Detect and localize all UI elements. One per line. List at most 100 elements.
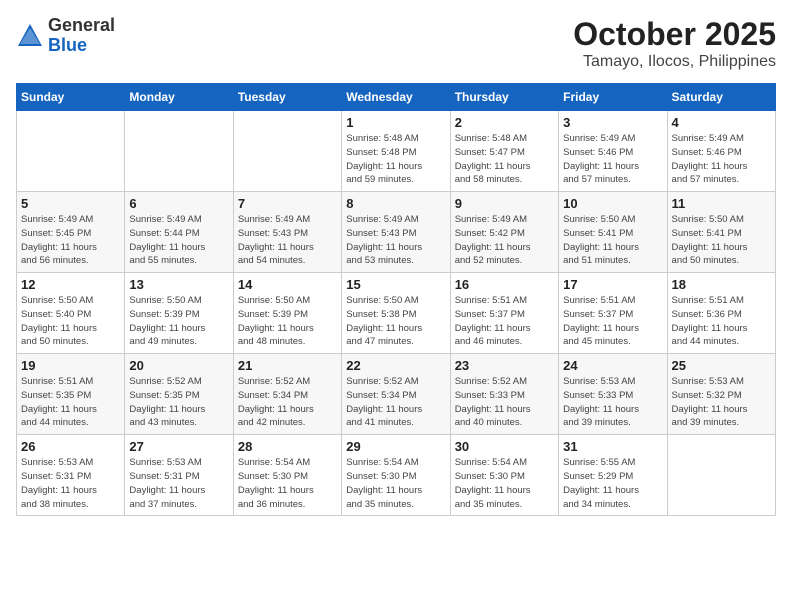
calendar-cell: 28 Sunrise: 5:54 AMSunset: 5:30 PMDayligh… xyxy=(233,435,341,516)
day-info: Sunrise: 5:52 AMSunset: 5:35 PMDaylight:… xyxy=(129,375,228,430)
month-title: October 2025 xyxy=(573,16,776,53)
calendar-cell: 14 Sunrise: 5:50 AMSunset: 5:39 PMDayligh… xyxy=(233,273,341,354)
day-info: Sunrise: 5:50 AMSunset: 5:38 PMDaylight:… xyxy=(346,294,445,349)
calendar-cell: 29Sunrise: 5:54 AMSunset: 5:30 PMDayligh… xyxy=(342,435,450,516)
title-block: October 2025 Tamayo, Ilocos, Philippines xyxy=(573,16,776,71)
page-header: General Blue October 2025 Tamayo, Ilocos… xyxy=(16,16,776,71)
day-number: 21 xyxy=(238,358,337,373)
day-number: 27 xyxy=(129,439,228,454)
header-row: Sunday Monday Tuesday Wednesday Thursday… xyxy=(17,84,776,111)
day-info: Sunrise: 5:51 AMSunset: 5:36 PMDaylight:… xyxy=(672,294,771,349)
logo: General Blue xyxy=(16,16,115,56)
calendar-week-1: 1 Sunrise: 5:48 AMSunset: 5:48 PMDaylight… xyxy=(17,111,776,192)
day-info: Sunrise: 5:49 AMSunset: 5:43 PMDaylight:… xyxy=(238,213,337,268)
calendar-cell: 1 Sunrise: 5:48 AMSunset: 5:48 PMDaylight… xyxy=(342,111,450,192)
calendar-header: Sunday Monday Tuesday Wednesday Thursday… xyxy=(17,84,776,111)
calendar-cell: 18Sunrise: 5:51 AMSunset: 5:36 PMDayligh… xyxy=(667,273,775,354)
day-number: 20 xyxy=(129,358,228,373)
day-number: 31 xyxy=(563,439,662,454)
calendar-cell: 16Sunrise: 5:51 AMSunset: 5:37 PMDayligh… xyxy=(450,273,558,354)
calendar-cell xyxy=(125,111,233,192)
calendar-week-2: 5Sunrise: 5:49 AMSunset: 5:45 PMDaylight… xyxy=(17,192,776,273)
calendar-cell: 5Sunrise: 5:49 AMSunset: 5:45 PMDaylight… xyxy=(17,192,125,273)
day-number: 7 xyxy=(238,196,337,211)
day-number: 5 xyxy=(21,196,120,211)
day-number: 23 xyxy=(455,358,554,373)
day-number: 25 xyxy=(672,358,771,373)
calendar-cell: 17Sunrise: 5:51 AMSunset: 5:37 PMDayligh… xyxy=(559,273,667,354)
calendar-cell: 4 Sunrise: 5:49 AMSunset: 5:46 PMDaylight… xyxy=(667,111,775,192)
calendar-cell xyxy=(233,111,341,192)
day-info: Sunrise: 5:51 AMSunset: 5:37 PMDaylight:… xyxy=(563,294,662,349)
day-info: Sunrise: 5:49 AMSunset: 5:44 PMDaylight:… xyxy=(129,213,228,268)
day-info: Sunrise: 5:52 AMSunset: 5:33 PMDaylight:… xyxy=(455,375,554,430)
calendar-cell: 30 Sunrise: 5:54 AMSunset: 5:30 PMDayligh… xyxy=(450,435,558,516)
col-saturday: Saturday xyxy=(667,84,775,111)
day-info: Sunrise: 5:54 AMSunset: 5:30 PMDaylight:… xyxy=(238,456,337,511)
logo-blue-text: Blue xyxy=(48,36,115,56)
day-info: Sunrise: 5:53 AMSunset: 5:31 PMDaylight:… xyxy=(129,456,228,511)
calendar-cell: 22Sunrise: 5:52 AMSunset: 5:34 PMDayligh… xyxy=(342,354,450,435)
day-number: 30 xyxy=(455,439,554,454)
calendar-week-5: 26 Sunrise: 5:53 AMSunset: 5:31 PMDayligh… xyxy=(17,435,776,516)
calendar-cell: 3Sunrise: 5:49 AMSunset: 5:46 PMDaylight… xyxy=(559,111,667,192)
day-info: Sunrise: 5:51 AMSunset: 5:35 PMDaylight:… xyxy=(21,375,120,430)
calendar-cell: 10Sunrise: 5:50 AMSunset: 5:41 PMDayligh… xyxy=(559,192,667,273)
day-info: Sunrise: 5:48 AMSunset: 5:48 PMDaylight:… xyxy=(346,132,445,187)
day-number: 15 xyxy=(346,277,445,292)
day-info: Sunrise: 5:55 AMSunset: 5:29 PMDaylight:… xyxy=(563,456,662,511)
day-info: Sunrise: 5:51 AMSunset: 5:37 PMDaylight:… xyxy=(455,294,554,349)
calendar-cell: 6Sunrise: 5:49 AMSunset: 5:44 PMDaylight… xyxy=(125,192,233,273)
day-number: 8 xyxy=(346,196,445,211)
col-tuesday: Tuesday xyxy=(233,84,341,111)
calendar-cell: 25 Sunrise: 5:53 AMSunset: 5:32 PMDayligh… xyxy=(667,354,775,435)
day-number: 2 xyxy=(455,115,554,130)
logo-general-text: General xyxy=(48,16,115,36)
calendar-cell: 12Sunrise: 5:50 AMSunset: 5:40 PMDayligh… xyxy=(17,273,125,354)
day-number: 11 xyxy=(672,196,771,211)
day-number: 1 xyxy=(346,115,445,130)
day-info: Sunrise: 5:53 AMSunset: 5:32 PMDaylight:… xyxy=(672,375,771,430)
day-info: Sunrise: 5:53 AMSunset: 5:31 PMDaylight:… xyxy=(21,456,120,511)
calendar-cell: 26 Sunrise: 5:53 AMSunset: 5:31 PMDayligh… xyxy=(17,435,125,516)
day-info: Sunrise: 5:50 AMSunset: 5:39 PMDaylight:… xyxy=(129,294,228,349)
day-number: 29 xyxy=(346,439,445,454)
day-info: Sunrise: 5:52 AMSunset: 5:34 PMDaylight:… xyxy=(346,375,445,430)
day-number: 9 xyxy=(455,196,554,211)
calendar-cell: 11 Sunrise: 5:50 AMSunset: 5:41 PMDayligh… xyxy=(667,192,775,273)
day-info: Sunrise: 5:49 AMSunset: 5:42 PMDaylight:… xyxy=(455,213,554,268)
calendar-cell: 15 Sunrise: 5:50 AMSunset: 5:38 PMDayligh… xyxy=(342,273,450,354)
day-number: 24 xyxy=(563,358,662,373)
day-info: Sunrise: 5:49 AMSunset: 5:46 PMDaylight:… xyxy=(672,132,771,187)
day-info: Sunrise: 5:50 AMSunset: 5:41 PMDaylight:… xyxy=(563,213,662,268)
day-number: 14 xyxy=(238,277,337,292)
logo-icon xyxy=(16,22,44,50)
calendar-cell xyxy=(667,435,775,516)
day-number: 26 xyxy=(21,439,120,454)
calendar-cell: 20 Sunrise: 5:52 AMSunset: 5:35 PMDayligh… xyxy=(125,354,233,435)
col-friday: Friday xyxy=(559,84,667,111)
calendar-cell: 27 Sunrise: 5:53 AMSunset: 5:31 PMDayligh… xyxy=(125,435,233,516)
calendar-cell: 24 Sunrise: 5:53 AMSunset: 5:33 PMDayligh… xyxy=(559,354,667,435)
calendar-cell: 31 Sunrise: 5:55 AMSunset: 5:29 PMDayligh… xyxy=(559,435,667,516)
day-info: Sunrise: 5:50 AMSunset: 5:39 PMDaylight:… xyxy=(238,294,337,349)
calendar-cell: 8Sunrise: 5:49 AMSunset: 5:43 PMDaylight… xyxy=(342,192,450,273)
calendar-cell: 2 Sunrise: 5:48 AMSunset: 5:47 PMDaylight… xyxy=(450,111,558,192)
day-info: Sunrise: 5:52 AMSunset: 5:34 PMDaylight:… xyxy=(238,375,337,430)
col-sunday: Sunday xyxy=(17,84,125,111)
calendar-cell: 23 Sunrise: 5:52 AMSunset: 5:33 PMDayligh… xyxy=(450,354,558,435)
day-number: 4 xyxy=(672,115,771,130)
day-number: 3 xyxy=(563,115,662,130)
calendar-cell: 13Sunrise: 5:50 AMSunset: 5:39 PMDayligh… xyxy=(125,273,233,354)
calendar-cell: 9 Sunrise: 5:49 AMSunset: 5:42 PMDaylight… xyxy=(450,192,558,273)
day-number: 19 xyxy=(21,358,120,373)
col-thursday: Thursday xyxy=(450,84,558,111)
day-info: Sunrise: 5:53 AMSunset: 5:33 PMDaylight:… xyxy=(563,375,662,430)
calendar-cell: 19 Sunrise: 5:51 AMSunset: 5:35 PMDayligh… xyxy=(17,354,125,435)
calendar-week-4: 19 Sunrise: 5:51 AMSunset: 5:35 PMDayligh… xyxy=(17,354,776,435)
day-info: Sunrise: 5:50 AMSunset: 5:41 PMDaylight:… xyxy=(672,213,771,268)
day-info: Sunrise: 5:48 AMSunset: 5:47 PMDaylight:… xyxy=(455,132,554,187)
day-number: 12 xyxy=(21,277,120,292)
day-number: 28 xyxy=(238,439,337,454)
day-info: Sunrise: 5:54 AMSunset: 5:30 PMDaylight:… xyxy=(455,456,554,511)
